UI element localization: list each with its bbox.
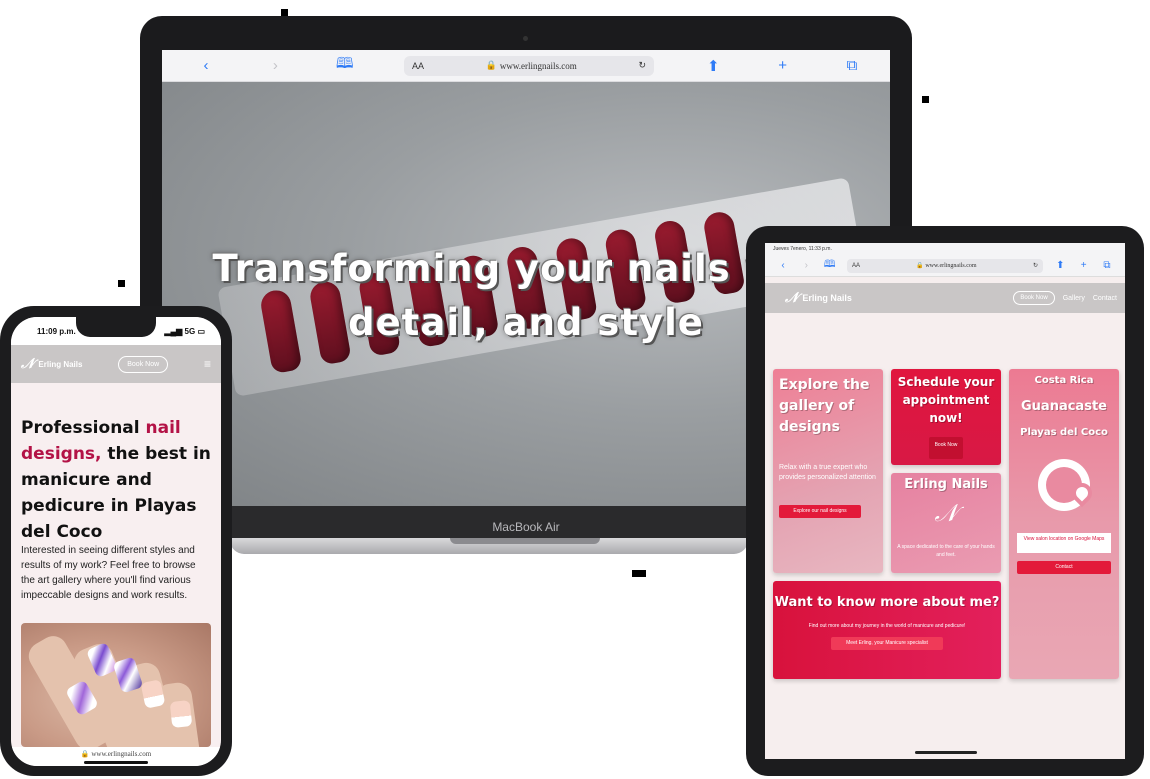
nav-link-contact[interactable]: Contact (1093, 295, 1117, 302)
new-tab-icon[interactable]: + (773, 57, 793, 74)
schedule-book-now-button[interactable]: Book Now (929, 437, 963, 459)
phone-url-text: www.erlingnails.com (91, 750, 152, 758)
tablet-address-bar[interactable]: AA 🔒 www.erlingnails.com ↻ (846, 258, 1043, 273)
card-gallery-title: Explore the gallery of designs (779, 377, 870, 435)
tabs-icon[interactable]: ⧉ (1101, 260, 1113, 271)
forward-icon[interactable]: › (265, 57, 285, 74)
nail-art-design (169, 700, 193, 728)
hamburger-menu-icon[interactable]: ≡ (204, 357, 211, 371)
brand-emblem-icon: 𝒩 (934, 499, 958, 527)
phone-navbar: 𝒩 Erling Nails Book Now ≡ (11, 345, 221, 383)
nav-link-gallery[interactable]: Gallery (1063, 295, 1085, 302)
laptop-camera (523, 36, 528, 41)
reload-icon[interactable]: ↻ (638, 60, 646, 71)
share-icon[interactable]: ⬆ (1054, 260, 1066, 271)
new-tab-icon[interactable]: + (1078, 260, 1090, 271)
laptop-address-bar[interactable]: AA 🔒 www.erlingnails.com ↻ (403, 55, 654, 76)
location-country: Costa Rica (1034, 375, 1094, 386)
decor-dot (281, 9, 288, 16)
decor-dot (922, 96, 929, 103)
explore-designs-button[interactable]: Explore our nail designs (779, 505, 861, 518)
card-brand-title: Erling Nails (904, 477, 988, 492)
tabs-icon[interactable]: ⧉ (842, 57, 862, 74)
card-gallery: Explore the gallery of designs Relax wit… (773, 369, 883, 573)
nail-polish-logo-icon: 𝒩 (21, 356, 35, 372)
card-schedule: Schedule your appointment now! Book Now (891, 369, 1001, 465)
card-brand-text: A space dedicated to the care of your ha… (897, 544, 995, 558)
tablet-frame: Jueves 7enero, 11:33 p.m. ‹ › 🕮 AA 🔒 www… (746, 226, 1144, 776)
back-icon[interactable]: ‹ (777, 260, 789, 271)
decor-dot (632, 570, 646, 577)
card-about: Want to know more about me? Find out mor… (773, 581, 1001, 679)
decor-dot (118, 280, 125, 287)
phone-brand-name: Erling Nails (38, 359, 83, 369)
lock-icon: 🔒 (485, 60, 497, 70)
phone-intro-paragraph: Interested in seeing different styles an… (21, 545, 196, 601)
location-town: Playas del Coco (1020, 427, 1108, 438)
tablet-brand-logo[interactable]: 𝒩 Erling Nails (785, 290, 852, 306)
device-mockup-stage: ‹ › 🕮 AA 🔒 www.erlingnails.com ↻ ⬆ + ⧉ T… (0, 0, 1150, 779)
phone-frame: 11:09 p.m. ▂▄▆ 5G ▭ 𝒩 Erling Nails Book … (0, 306, 232, 776)
laptop-hinge (450, 538, 600, 544)
card-gallery-text: Relax with a true expert who provides pe… (779, 464, 876, 481)
home-indicator (915, 751, 977, 754)
tablet-screen: Jueves 7enero, 11:33 p.m. ‹ › 🕮 AA 🔒 www… (765, 243, 1125, 759)
forward-icon[interactable]: › (800, 260, 812, 271)
card-about-text: Find out more about my journey in the wo… (808, 623, 966, 629)
tablet-navbar: 𝒩 Erling Nails Book Now Gallery Contact (765, 283, 1125, 313)
tablet-url-text: www.erlingnails.com (925, 263, 977, 269)
globe-pin-icon (1009, 459, 1119, 511)
lock-icon: 🔒 (916, 263, 924, 269)
battery-icon: ▭ (195, 326, 205, 336)
nail-art-photo (21, 623, 211, 747)
back-icon[interactable]: ‹ (196, 57, 216, 74)
reader-aa-icon[interactable]: AA (412, 61, 424, 71)
card-about-title: Want to know more about me? (774, 595, 1000, 610)
lock-icon: 🔒 (80, 750, 90, 758)
google-maps-link[interactable]: View salon location on Google Maps (1017, 533, 1111, 553)
phone-time: 11:09 p.m. (37, 326, 76, 336)
phone-brand-logo[interactable]: 𝒩 Erling Nails (21, 356, 82, 372)
tablet-brand-name: Erling Nails (802, 293, 852, 303)
location-province: Guanacaste (1021, 399, 1107, 414)
phone-screen: 11:09 p.m. ▂▄▆ 5G ▭ 𝒩 Erling Nails Book … (11, 317, 221, 766)
bookmarks-icon[interactable]: 🕮 (335, 53, 355, 78)
card-location: Costa Rica Guanacaste Playas del Coco Vi… (1009, 369, 1119, 679)
phone-hero-heading: Professional nail designs, the best in m… (21, 418, 211, 542)
home-indicator (84, 761, 148, 764)
contact-button[interactable]: Contact (1017, 561, 1111, 574)
card-schedule-title: Schedule your appointment now! (897, 375, 995, 425)
meet-erling-button[interactable]: Meet Erling, your Manicure specialist (831, 637, 943, 650)
phone-network: ▂▄▆ 5G ▭ (164, 326, 205, 336)
tablet-book-now-button[interactable]: Book Now (1013, 291, 1055, 305)
nail-polish-logo-icon: 𝒩 (785, 290, 799, 306)
signal-icon: ▂▄▆ (164, 326, 185, 336)
tablet-nav-links: Book Now Gallery Contact (1013, 291, 1117, 305)
tablet-safari-toolbar: ‹ › 🕮 AA 🔒 www.erlingnails.com ↻ ⬆ + ⧉ (765, 255, 1125, 277)
card-brand: Erling Nails 𝒩 A space dedicated to the … (891, 473, 1001, 573)
bookmarks-icon[interactable]: 🕮 (824, 257, 836, 274)
tablet-status-bar: Jueves 7enero, 11:33 p.m. (765, 243, 1125, 255)
phone-book-now-button[interactable]: Book Now (118, 355, 169, 373)
reload-icon[interactable]: ↻ (1033, 262, 1038, 269)
reader-aa-icon[interactable]: AA (852, 263, 860, 269)
share-icon[interactable]: ⬆ (703, 57, 723, 75)
laptop-url-text: www.erlingnails.com (499, 60, 577, 71)
phone-notch (76, 317, 156, 337)
laptop-safari-toolbar: ‹ › 🕮 AA 🔒 www.erlingnails.com ↻ ⬆ + ⧉ (162, 50, 890, 82)
